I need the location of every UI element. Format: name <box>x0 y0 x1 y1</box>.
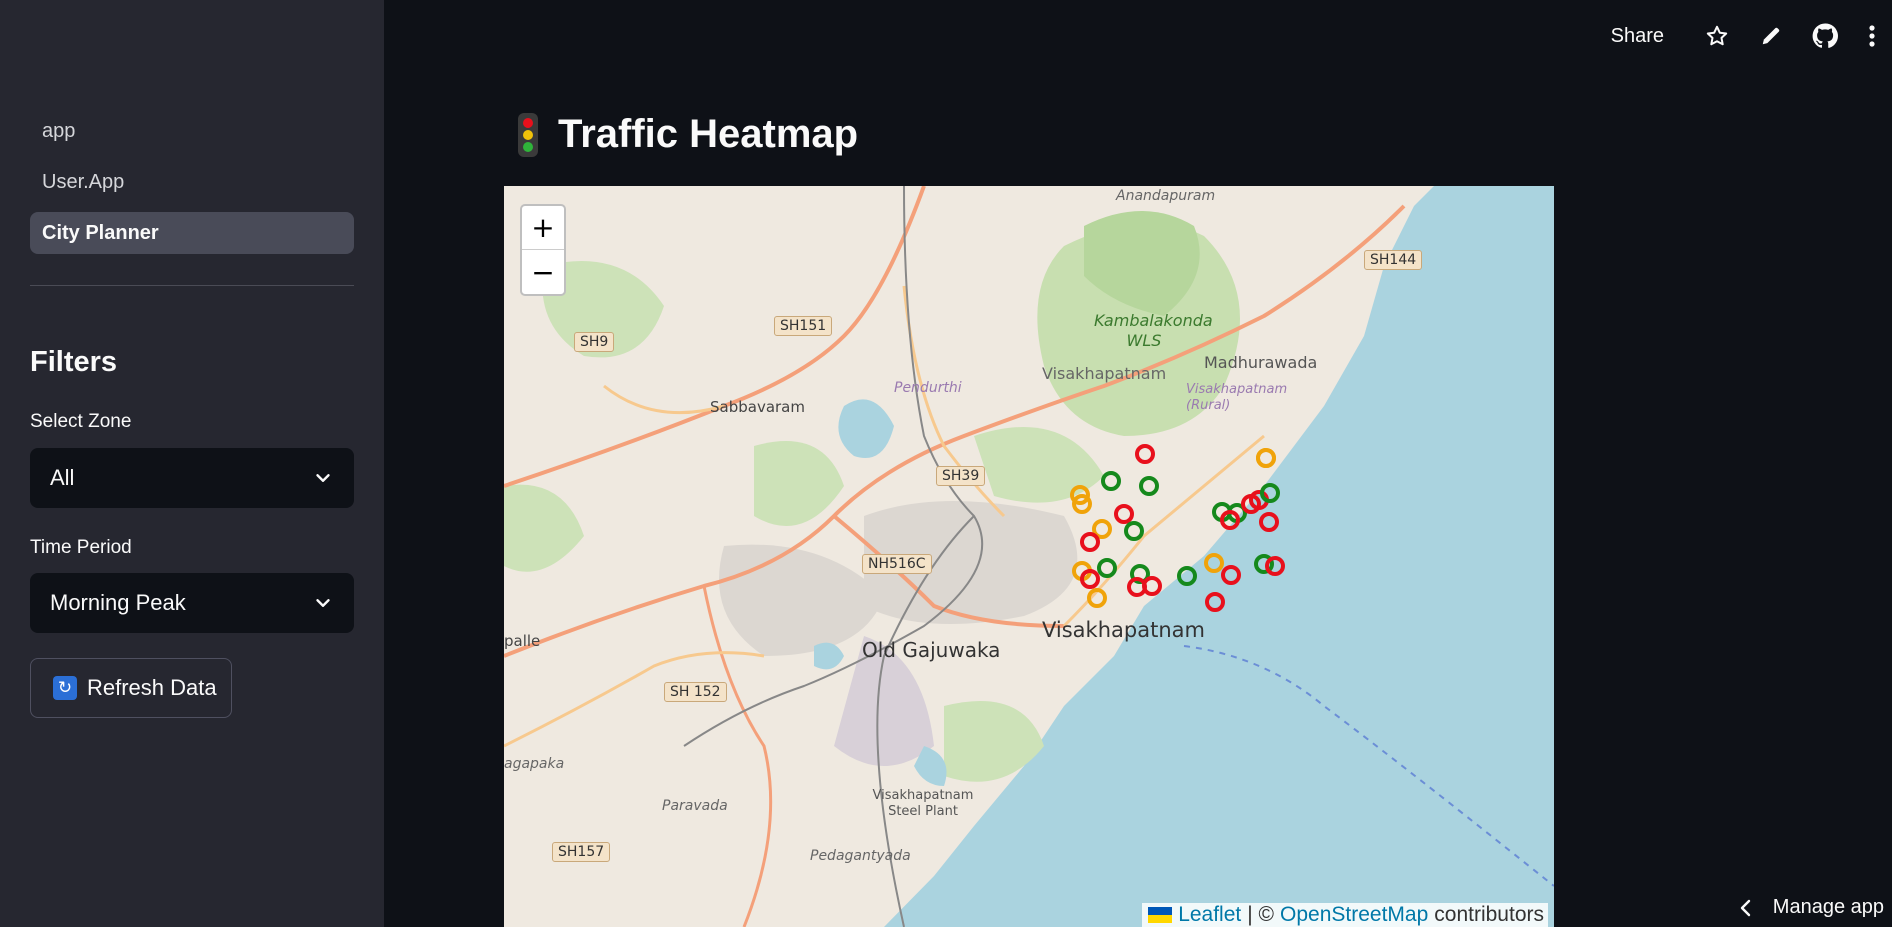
chevron-down-icon <box>316 474 330 482</box>
traffic-marker-high[interactable] <box>1114 504 1134 524</box>
page-header: Traffic Heatmap <box>518 112 858 157</box>
openstreetmap-link[interactable]: OpenStreetMap <box>1280 903 1428 927</box>
nav-item-label: User.App <box>42 170 125 193</box>
top-toolbar: Share <box>1611 14 1892 58</box>
nav-item-label: app <box>42 119 76 142</box>
traffic-marker-low[interactable] <box>1097 558 1117 578</box>
ukraine-flag-icon <box>1148 907 1173 923</box>
zoom-out-button[interactable]: − <box>522 250 564 294</box>
traffic-marker-medium[interactable] <box>1087 588 1107 608</box>
manage-app-label: Manage app <box>1772 896 1884 918</box>
sidebar: app User.App City Planner Filters Select… <box>0 0 384 927</box>
period-select[interactable]: Morning Peak <box>30 573 354 633</box>
refresh-icon: ↻ <box>53 676 77 700</box>
filters-heading: Filters <box>30 346 118 378</box>
nav-item-user-app[interactable]: User.App <box>30 161 354 203</box>
sidebar-divider <box>30 285 354 286</box>
chevron-down-icon <box>316 599 330 607</box>
traffic-light-icon <box>518 112 538 157</box>
attribution-separator: | © <box>1247 903 1275 926</box>
zone-label: Select Zone <box>30 411 132 432</box>
refresh-data-button[interactable]: ↻ Refresh Data <box>30 658 232 718</box>
traffic-marker-low[interactable] <box>1177 566 1197 586</box>
share-button[interactable]: Share <box>1611 25 1664 48</box>
refresh-data-label: Refresh Data <box>87 675 217 700</box>
traffic-map[interactable]: Anandapuram Kambalakonda WLS Madhurawada… <box>504 186 1554 927</box>
traffic-marker-low[interactable] <box>1139 476 1159 496</box>
zoom-control: + − <box>520 204 566 296</box>
traffic-marker-high[interactable] <box>1135 444 1155 464</box>
traffic-marker-medium[interactable] <box>1256 448 1276 468</box>
period-label: Time Period <box>30 537 132 558</box>
traffic-marker-high[interactable] <box>1205 592 1225 612</box>
traffic-marker-low[interactable] <box>1124 521 1144 541</box>
zone-select[interactable]: All <box>30 448 354 508</box>
nav-item-app[interactable]: app <box>30 110 354 152</box>
page-title: Traffic Heatmap <box>558 112 859 156</box>
chevron-left-icon <box>1740 899 1750 916</box>
traffic-marker-high[interactable] <box>1265 556 1285 576</box>
leaflet-link[interactable]: Leaflet <box>1178 903 1241 927</box>
zone-select-value: All <box>50 465 75 490</box>
sidebar-nav: app User.App City Planner <box>30 110 354 263</box>
nav-item-label: City Planner <box>42 221 159 244</box>
traffic-marker-medium[interactable] <box>1204 553 1224 573</box>
nav-item-city-planner[interactable]: City Planner <box>30 212 354 254</box>
traffic-marker-high[interactable] <box>1080 532 1100 552</box>
star-icon[interactable] <box>1690 24 1744 48</box>
attribution-suffix: contributors <box>1434 903 1544 926</box>
marker-layer <box>1070 444 1285 612</box>
traffic-marker-high[interactable] <box>1259 512 1279 532</box>
manage-app-button[interactable]: Manage app <box>1739 896 1884 919</box>
zoom-in-button[interactable]: + <box>522 206 564 250</box>
map-attribution: Leaflet | © OpenStreetMap contributors <box>1142 903 1548 927</box>
traffic-marker-low[interactable] <box>1101 471 1121 491</box>
github-icon[interactable] <box>1798 23 1852 49</box>
traffic-marker-high[interactable] <box>1221 565 1241 585</box>
pencil-icon[interactable] <box>1744 25 1798 47</box>
more-vertical-icon[interactable] <box>1852 24 1892 48</box>
period-select-value: Morning Peak <box>50 590 186 615</box>
